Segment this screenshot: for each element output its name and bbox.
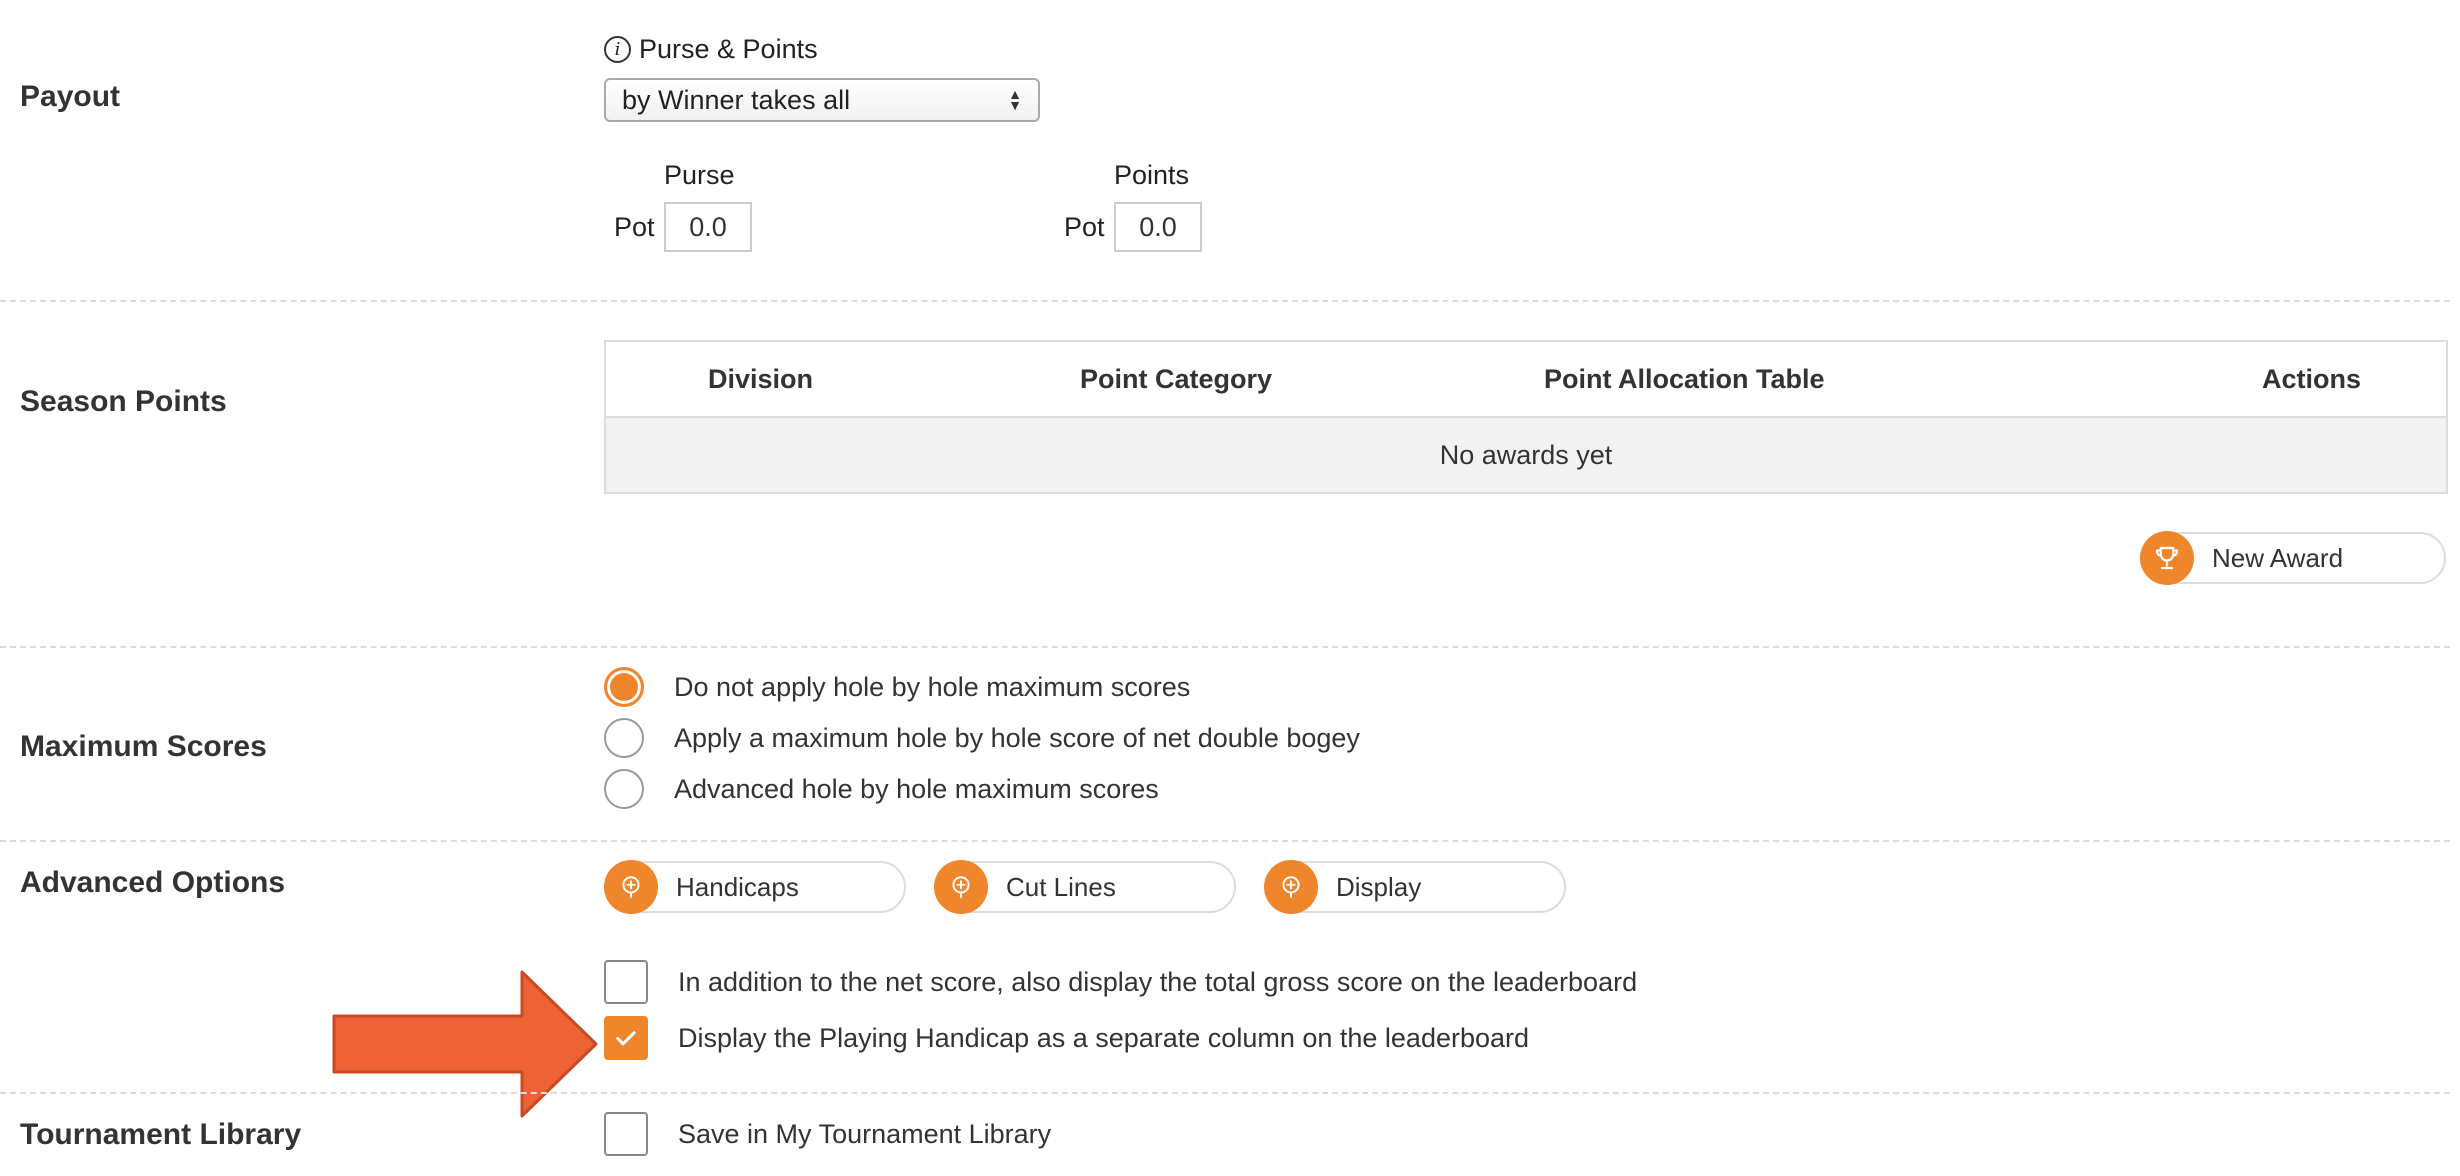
- max-score-option-label: Apply a maximum hole by hole score of ne…: [674, 722, 1360, 753]
- max-score-option[interactable]: Advanced hole by hole maximum scores: [604, 769, 1159, 809]
- updown-arrows-icon: ▲ ▼: [1008, 86, 1022, 113]
- purse-pot-input[interactable]: 0.0: [664, 202, 752, 252]
- playing-handicap-option[interactable]: Display the Playing Handicap as a separa…: [604, 1016, 1529, 1060]
- playing-handicap-label: Display the Playing Handicap as a separa…: [678, 1022, 1530, 1053]
- cut-lines-button[interactable]: Cut Lines: [934, 860, 1236, 914]
- empty-state-row: No awards yet: [606, 418, 2446, 492]
- table-header: Division Point Category Point Allocation…: [606, 342, 2446, 418]
- points-header: Points: [1114, 160, 1190, 190]
- trophy-icon: [2140, 531, 2194, 585]
- gross-score-option[interactable]: In addition to the net score, also displ…: [604, 960, 1637, 1004]
- cut-lines-label: Cut Lines: [1006, 871, 1116, 902]
- display-label: Display: [1336, 871, 1422, 902]
- plus-circle-icon: [1264, 860, 1318, 914]
- section-divider: [0, 1092, 2450, 1094]
- season-points-section-label: Season Points: [20, 385, 227, 418]
- tournament-library-checkbox[interactable]: [604, 1112, 648, 1156]
- handicaps-label: Handicaps: [676, 871, 799, 902]
- purse-points-label: Purse & Points: [639, 34, 818, 64]
- radio-button[interactable]: [604, 718, 644, 758]
- purse-pot-label: Pot: [614, 212, 655, 242]
- maximum-scores-section-label: Maximum Scores: [20, 730, 267, 763]
- payout-type-select-value: by Winner takes all: [622, 84, 851, 115]
- new-award-label: New Award: [2212, 542, 2344, 573]
- column-header-point-category: Point Category: [1080, 364, 1273, 394]
- purse-header: Purse: [664, 160, 735, 190]
- right-arrow-annotation: [332, 970, 598, 1118]
- section-divider: [0, 300, 2450, 302]
- column-header-point-allocation-table: Point Allocation Table: [1544, 364, 1825, 394]
- radio-button-selected[interactable]: [604, 667, 644, 707]
- max-score-option-label: Advanced hole by hole maximum scores: [674, 773, 1159, 804]
- info-icon[interactable]: i: [604, 36, 631, 63]
- gross-score-label: In addition to the net score, also displ…: [678, 966, 1638, 997]
- handicaps-button[interactable]: Handicaps: [604, 860, 906, 914]
- max-score-option[interactable]: Do not apply hole by hole maximum scores: [604, 667, 1190, 707]
- tournament-library-label: Save in My Tournament Library: [678, 1118, 1052, 1149]
- tournament-library-section-label: Tournament Library: [20, 1118, 302, 1151]
- points-pot-input[interactable]: 0.0: [1114, 202, 1202, 252]
- max-score-option-label: Do not apply hole by hole maximum scores: [674, 671, 1191, 702]
- points-pot-label: Pot: [1064, 212, 1105, 242]
- payout-type-select[interactable]: by Winner takes all ▲ ▼: [604, 78, 1040, 122]
- new-award-button[interactable]: New Award: [2140, 531, 2446, 585]
- plus-circle-icon: [604, 860, 658, 914]
- plus-circle-icon: [934, 860, 988, 914]
- purse-points-info: i Purse & Points: [604, 34, 818, 65]
- max-score-option[interactable]: Apply a maximum hole by hole score of ne…: [604, 718, 1360, 758]
- playing-handicap-checkbox[interactable]: [604, 1016, 648, 1060]
- payout-section-label: Payout: [20, 80, 121, 113]
- section-divider: [0, 840, 2450, 842]
- gross-score-checkbox[interactable]: [604, 960, 648, 1004]
- checkmark-icon: [616, 1031, 636, 1046]
- radio-button[interactable]: [604, 769, 644, 809]
- empty-state-message: No awards yet: [1439, 439, 1613, 470]
- column-header-division: Division: [708, 364, 814, 394]
- section-divider: [0, 646, 2450, 648]
- season-points-table: Division Point Category Point Allocation…: [604, 340, 2448, 494]
- display-button[interactable]: Display: [1264, 860, 1566, 914]
- tournament-library-option[interactable]: Save in My Tournament Library: [604, 1112, 1051, 1156]
- column-header-actions: Actions: [2262, 364, 2362, 394]
- advanced-options-section-label: Advanced Options: [20, 866, 286, 899]
